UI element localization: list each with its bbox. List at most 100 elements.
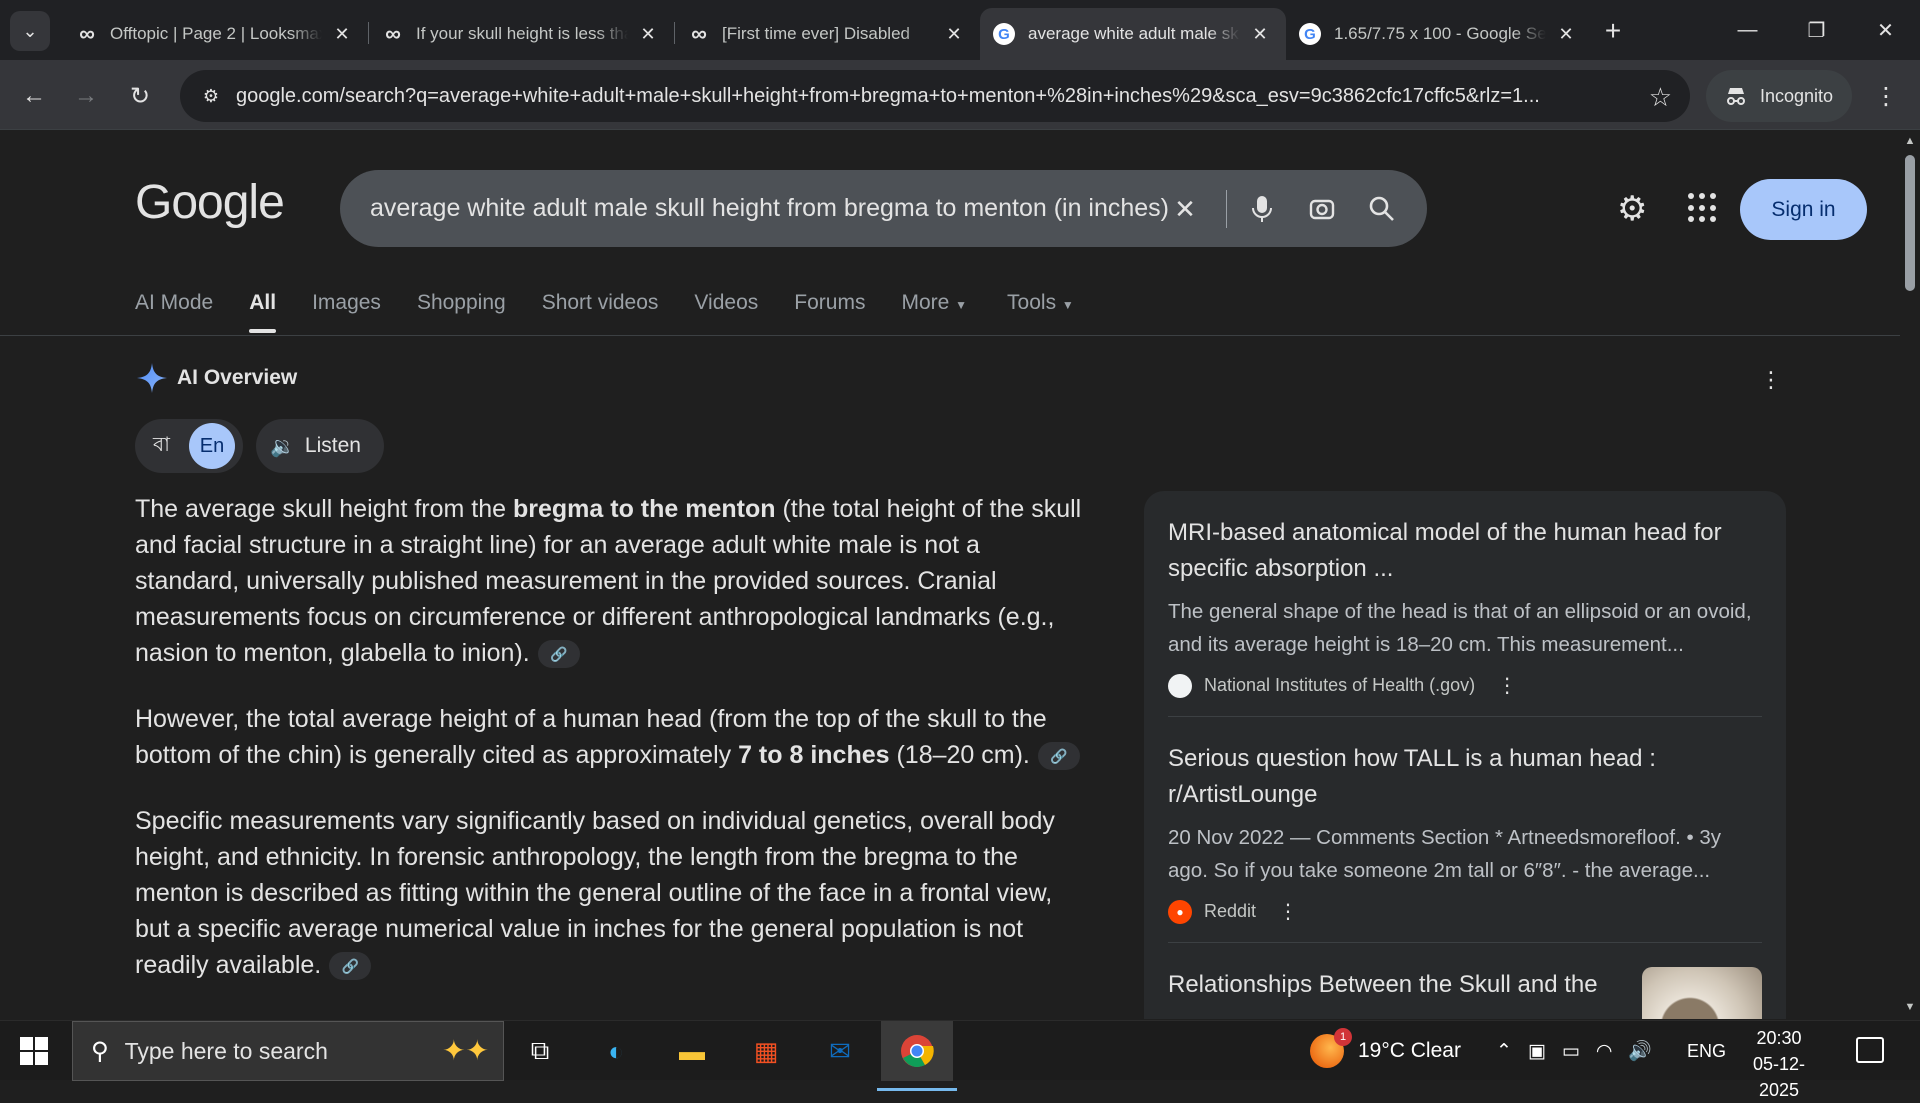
tab-title: average white adult male skull bbox=[1028, 24, 1240, 43]
tools-label: Tools bbox=[1007, 291, 1057, 314]
tab-videos[interactable]: Videos bbox=[694, 291, 758, 331]
tab-offtopic[interactable]: ∞ Offtopic | Page 2 | Looksmax ✕ bbox=[62, 8, 368, 60]
search-box-divider bbox=[1226, 190, 1227, 228]
ai-text: The average skull height from the bbox=[135, 495, 513, 523]
scroll-thumb[interactable] bbox=[1905, 155, 1915, 291]
lang-english-option[interactable]: En bbox=[189, 423, 235, 469]
weather-text: 19°C Clear bbox=[1358, 1039, 1461, 1062]
tab-skull-height[interactable]: ∞ If your skull height is less than ✕ bbox=[368, 8, 674, 60]
restore-button[interactable]: ❐ bbox=[1782, 0, 1851, 60]
source-title[interactable]: Relationships Between the Skull and the bbox=[1168, 967, 1614, 1019]
link-icon[interactable]: 🔗 bbox=[1037, 742, 1080, 771]
input-language[interactable]: ENG bbox=[1687, 1021, 1726, 1081]
store-icon[interactable]: ▦ bbox=[746, 1031, 786, 1071]
more-vert-icon: ⋮ bbox=[1874, 82, 1898, 110]
taskbar-search[interactable]: ⚲ Type here to search ✦✦ bbox=[72, 1021, 504, 1081]
chevron-up-icon[interactable]: ⌃ bbox=[1496, 1040, 1512, 1063]
microphone-icon[interactable] bbox=[1245, 192, 1279, 226]
bookmark-star-icon[interactable]: ☆ bbox=[1649, 82, 1672, 113]
tab-all[interactable]: All bbox=[249, 291, 276, 333]
close-icon[interactable]: ✕ bbox=[330, 22, 354, 46]
source-card[interactable]: Serious question how TALL is a human hea… bbox=[1168, 741, 1762, 943]
tab-google-calc[interactable]: G 1.65/7.75 x 100 - Google Search ✕ bbox=[1286, 8, 1592, 60]
tab-strip: ⌄ ∞ Offtopic | Page 2 | Looksmax ✕ ∞ If … bbox=[0, 0, 1920, 60]
clear-icon[interactable]: ✕ bbox=[1168, 192, 1202, 226]
tab-title: [First time ever] Disabled bbox=[722, 24, 910, 43]
task-view-icon[interactable]: ⧉ bbox=[520, 1031, 560, 1071]
search-nav-tabs: AI Mode All Images Shopping Short videos… bbox=[135, 291, 1110, 333]
battery-icon[interactable]: ▭ bbox=[1562, 1040, 1580, 1063]
notification-icon[interactable] bbox=[1856, 1037, 1884, 1063]
browser-menu-button[interactable]: ⋮ bbox=[1866, 76, 1906, 116]
close-icon[interactable]: ✕ bbox=[1554, 22, 1578, 46]
gear-icon[interactable]: ⚙ bbox=[1617, 189, 1647, 229]
tab-more[interactable]: More ▼ bbox=[901, 291, 967, 331]
source-card[interactable]: MRI-based anatomical model of the human … bbox=[1168, 515, 1762, 717]
windows-start-icon[interactable] bbox=[20, 1037, 48, 1065]
source-title[interactable]: Serious question how TALL is a human hea… bbox=[1168, 741, 1762, 813]
more-vert-icon[interactable]: ⋮ bbox=[1278, 899, 1298, 924]
wifi-icon[interactable]: ◠ bbox=[1596, 1040, 1613, 1063]
edge-icon[interactable]: ◐ bbox=[596, 1031, 636, 1071]
tab-images[interactable]: Images bbox=[312, 291, 381, 331]
minimize-button[interactable]: — bbox=[1713, 0, 1782, 60]
tab-google-search-active[interactable]: G average white adult male skull ✕ bbox=[980, 8, 1286, 60]
source-title[interactable]: MRI-based anatomical model of the human … bbox=[1168, 515, 1762, 587]
page-scrollbar[interactable]: ▲ ▼ bbox=[1900, 131, 1920, 1019]
source-thumbnail[interactable] bbox=[1641, 967, 1762, 1019]
search-results-page: Google average white adult male skull he… bbox=[0, 131, 1900, 1019]
chrome-icon[interactable] bbox=[877, 1021, 957, 1091]
back-button[interactable]: ← bbox=[14, 76, 54, 116]
lang-bengali-option[interactable]: বা bbox=[153, 430, 193, 463]
forward-button[interactable]: → bbox=[66, 76, 106, 116]
close-icon[interactable]: ✕ bbox=[1248, 22, 1272, 46]
network-icon[interactable]: ▣ bbox=[1528, 1040, 1546, 1063]
more-label: More bbox=[901, 291, 950, 314]
tools-button[interactable]: Tools ▼ bbox=[1007, 291, 1074, 331]
more-vert-icon[interactable]: ⋮ bbox=[1760, 367, 1782, 393]
address-bar[interactable]: ⚙ google.com/search?q=average+white+adul… bbox=[180, 70, 1690, 122]
close-icon: ✕ bbox=[1877, 19, 1894, 42]
weather-widget[interactable]: 1 19°C Clear bbox=[1310, 1021, 1461, 1081]
search-icon[interactable] bbox=[1365, 192, 1399, 226]
ai-text: (18–20 cm). bbox=[889, 741, 1030, 769]
sign-in-button[interactable]: Sign in bbox=[1740, 179, 1867, 240]
weather-badge: 1 bbox=[1334, 1028, 1352, 1046]
search-input[interactable]: average white adult male skull height fr… bbox=[370, 194, 1170, 223]
reload-icon: ↻ bbox=[129, 82, 151, 110]
listen-button[interactable]: 🔉 Listen bbox=[256, 419, 384, 473]
close-icon[interactable]: ✕ bbox=[942, 22, 966, 46]
new-tab-button[interactable]: + bbox=[1596, 14, 1630, 48]
source-site: National Institutes of Health (.gov) bbox=[1204, 675, 1476, 695]
more-vert-icon[interactable]: ⋮ bbox=[1497, 673, 1517, 698]
outlook-icon[interactable]: ✉ bbox=[820, 1031, 860, 1071]
tab-short-videos[interactable]: Short videos bbox=[542, 291, 659, 331]
source-meta: National Institutes of Health (.gov) ⋮ bbox=[1168, 673, 1762, 698]
source-card[interactable]: Relationships Between the Skull and the bbox=[1168, 967, 1762, 1019]
taskbar-search-input[interactable]: Type here to search bbox=[125, 1038, 328, 1065]
tab-search-button[interactable]: ⌄ bbox=[10, 11, 50, 51]
apps-grid-icon[interactable] bbox=[1688, 193, 1718, 223]
site-info-icon[interactable]: ⚙ bbox=[198, 83, 224, 109]
incognito-indicator[interactable]: Incognito bbox=[1706, 70, 1852, 122]
search-box[interactable]: average white adult male skull height fr… bbox=[340, 170, 1427, 247]
scroll-down-icon[interactable]: ▼ bbox=[1904, 1001, 1916, 1015]
tab-shopping[interactable]: Shopping bbox=[417, 291, 506, 331]
nav-divider bbox=[0, 335, 1900, 336]
link-icon[interactable]: 🔗 bbox=[537, 640, 580, 669]
tab-first-time[interactable]: ∞ [First time ever] Disabled ✕ bbox=[674, 8, 980, 60]
language-toggle[interactable]: বা En bbox=[135, 419, 243, 473]
tab-forums[interactable]: Forums bbox=[794, 291, 865, 331]
google-logo[interactable]: Google bbox=[135, 175, 285, 230]
close-window-button[interactable]: ✕ bbox=[1851, 0, 1920, 60]
close-icon[interactable]: ✕ bbox=[636, 22, 660, 46]
link-icon[interactable]: 🔗 bbox=[329, 952, 372, 981]
reload-button[interactable]: ↻ bbox=[120, 76, 160, 116]
clock[interactable]: 20:30 05-12-2025 bbox=[1734, 1025, 1824, 1103]
scroll-up-icon[interactable]: ▲ bbox=[1904, 135, 1916, 149]
camera-lens-icon[interactable] bbox=[1305, 192, 1339, 226]
tab-ai-mode[interactable]: AI Mode bbox=[135, 291, 213, 331]
file-explorer-icon[interactable]: ▬ bbox=[672, 1031, 712, 1071]
volume-icon[interactable]: 🔊 bbox=[1628, 1039, 1652, 1063]
url-text[interactable]: google.com/search?q=average+white+adult+… bbox=[236, 85, 1616, 108]
